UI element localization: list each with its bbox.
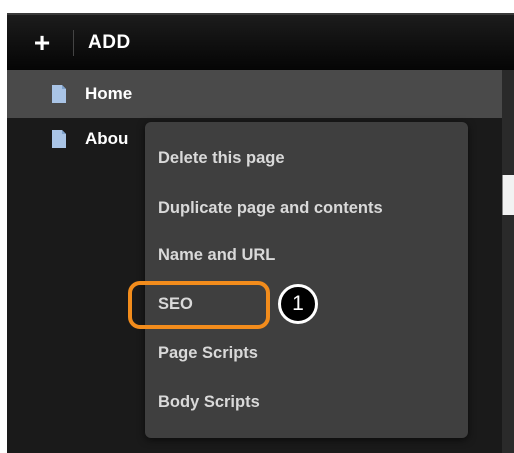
menu-item-delete-page[interactable]: Delete this page	[158, 149, 285, 168]
page-item-label: Home	[85, 84, 133, 103]
page-item-label: Abou	[85, 129, 129, 148]
menu-item-duplicate-page[interactable]: Duplicate page and contents	[158, 199, 383, 218]
panel-edge	[502, 70, 514, 453]
add-page-bar[interactable]: + ADD	[7, 15, 514, 70]
page-icon	[52, 85, 66, 103]
page-icon	[52, 130, 66, 148]
page-item-home[interactable]: Home	[7, 70, 502, 118]
screenshot-frame: + ADD Home Abou Delete this page Duplica…	[0, 0, 514, 453]
content-area-edge	[502, 175, 514, 215]
step-number-badge: 1	[278, 284, 318, 324]
menu-item-body-scripts[interactable]: Body Scripts	[158, 393, 260, 412]
plus-icon[interactable]: +	[29, 28, 55, 57]
add-button-label[interactable]: ADD	[88, 32, 131, 54]
page-context-menu: Delete this page Duplicate page and cont…	[145, 122, 468, 438]
menu-item-page-scripts[interactable]: Page Scripts	[158, 344, 258, 363]
seo-highlight-box	[128, 281, 270, 329]
toolbar-divider	[73, 29, 74, 56]
menu-item-name-and-url[interactable]: Name and URL	[158, 246, 275, 265]
